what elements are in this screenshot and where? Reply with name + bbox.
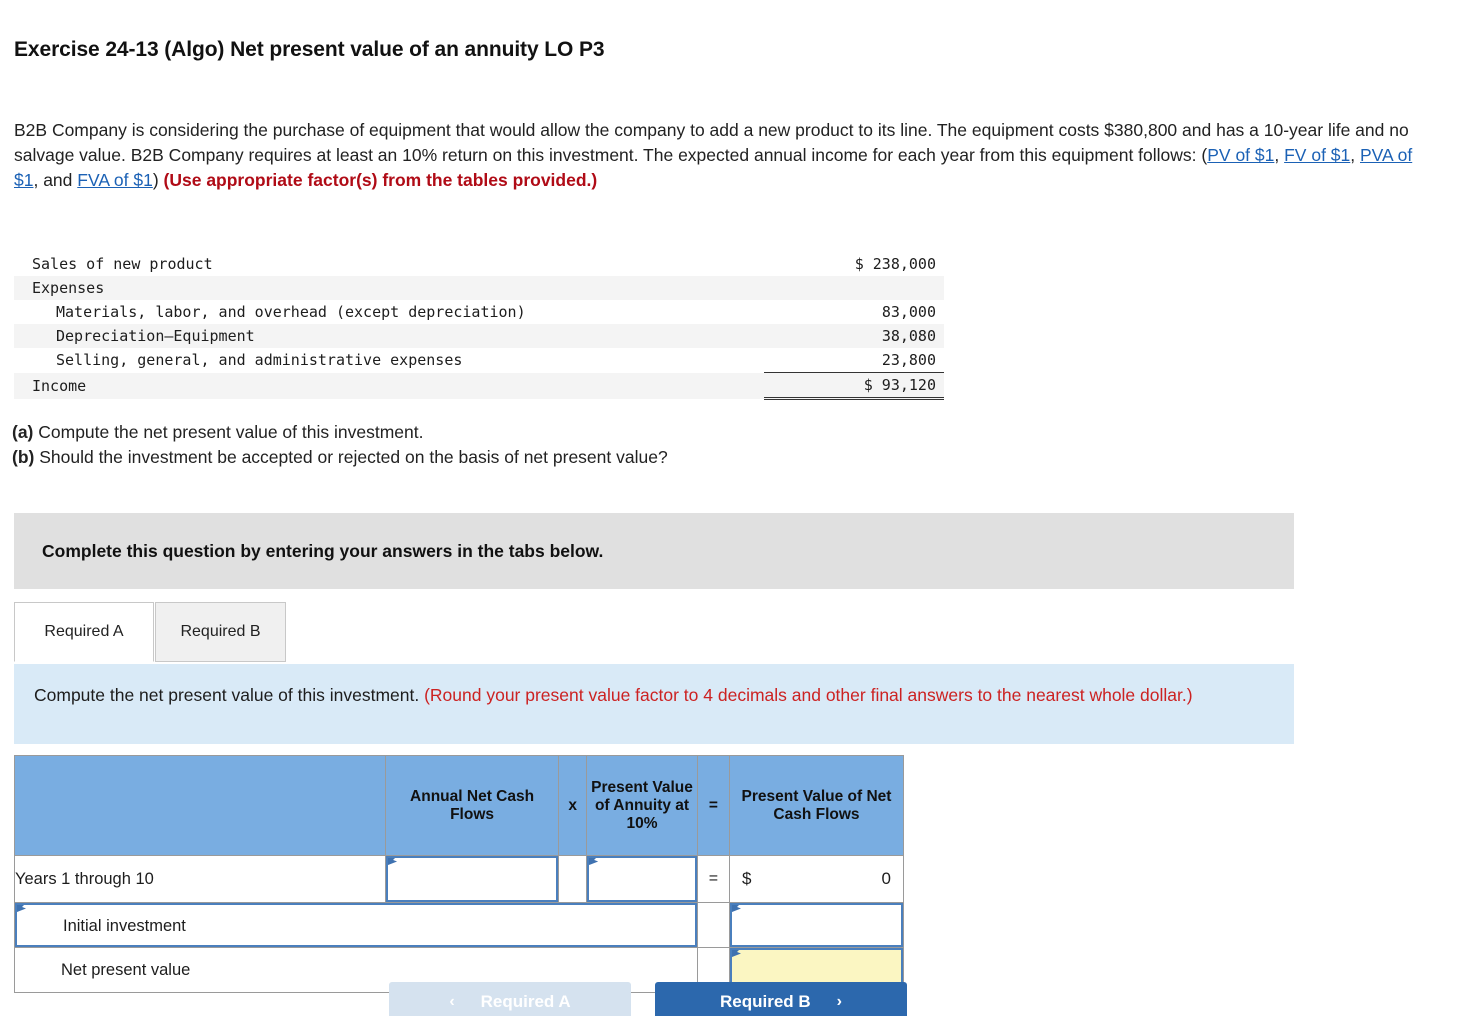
requirement-a-text: Compute the net present value of this in… (33, 422, 424, 442)
problem-text-part1: B2B Company is considering the purchase … (14, 120, 1409, 165)
npv-answer-table-body: Years 1 through 10 = $ 0 Initial investm… (13, 855, 905, 993)
npv-answer-table-head: Annual Net Cash Flows x Present Value of… (13, 755, 905, 856)
income-row-amount: $ 238,000 (854, 255, 936, 273)
requirement-b-marker: (b) (12, 447, 35, 467)
income-row-label: Depreciation—Equipment (56, 327, 255, 345)
pv-net-cash-flows-value: $ 0 (730, 856, 903, 902)
input-initial-investment-label[interactable]: Initial investment (15, 903, 697, 947)
currency-symbol: $ (741, 869, 752, 888)
income-row-label: Sales of new product (32, 255, 213, 273)
table-row-initial-investment: Initial investment (14, 902, 905, 948)
cell-initial-investment-operator (696, 902, 730, 948)
header-annual-net-cash-flows: Annual Net Cash Flows (385, 755, 560, 856)
income-row-amount: 23,800 (881, 351, 936, 369)
link-separator-1: , (1274, 145, 1285, 165)
input-annual-net-cash-flows[interactable] (386, 856, 559, 902)
income-row-label: Expenses (32, 279, 105, 297)
npv-header-row: Annual Net Cash Flows x Present Value of… (13, 755, 905, 856)
header-pv-net-cash-flows: Present Value of Net Cash Flows (728, 755, 905, 856)
income-row-label: Income (32, 376, 87, 395)
tab-instruction-rounding-note: (Round your present value factor to 4 de… (424, 685, 1193, 705)
requirement-a: (a) Compute the net present value of thi… (12, 420, 668, 445)
prev-required-a-button[interactable]: ‹ Required A (389, 982, 631, 1016)
pv-of-1-link[interactable]: PV of $1 (1207, 145, 1274, 165)
cell-initial-investment-label: Initial investment (14, 902, 698, 948)
table-row-years-1-through-10: Years 1 through 10 = $ 0 (13, 855, 905, 903)
page-title: Exercise 24-13 (Algo) Net present value … (14, 38, 605, 61)
tab-required-a-label: Required A (44, 623, 124, 640)
chevron-left-icon: ‹ (449, 993, 455, 1010)
tab-required-a[interactable]: Required A (14, 602, 154, 662)
requirement-a-marker: (a) (12, 422, 34, 442)
input-pv-annuity-factor[interactable] (587, 856, 697, 902)
tab-required-b[interactable]: Required B (155, 602, 286, 662)
requirement-b: (b) Should the investment be accepted or… (12, 445, 668, 470)
cell-pv-annuity-factor (586, 855, 698, 903)
income-row-amount: $ 93,120 (764, 372, 944, 400)
table-row: Income $ 93,120 (14, 372, 944, 400)
tab-navigation: ‹ Required A Required B › (0, 982, 1465, 1016)
link-close-paren: ) (152, 170, 164, 190)
income-summary-body: Sales of new product $ 238,000 Expenses Mat… (14, 252, 944, 400)
tab-required-b-label: Required B (180, 623, 261, 640)
header-equals-operator: = (696, 755, 730, 856)
requirement-b-text: Should the investment be accepted or rej… (34, 447, 668, 467)
link-separator-2: , (1350, 145, 1360, 165)
chevron-right-icon: › (836, 993, 842, 1010)
cell-pv-net-cash-flows-result: $ 0 (728, 855, 905, 903)
exercise-page: Exercise 24-13 (Algo) Net present value … (0, 0, 1465, 1016)
table-row: Depreciation—Equipment 38,080 (14, 324, 944, 348)
header-blank (13, 755, 387, 856)
income-row-amount: 83,000 (881, 303, 936, 321)
tab-instruction-box: Compute the net present value of this in… (14, 664, 1294, 744)
table-row: Selling, general, and administrative exp… (14, 348, 944, 373)
cell-multiply-operator (558, 855, 588, 903)
complete-question-banner: Complete this question by entering your … (14, 513, 1294, 589)
row-label-initial-investment: Initial investment (63, 917, 186, 935)
table-row: Materials, labor, and overhead (except d… (14, 300, 944, 324)
income-row-label: Selling, general, and administrative exp… (56, 351, 463, 370)
income-row-amount (764, 276, 944, 300)
fva-of-1-link[interactable]: FVA of $1 (77, 170, 153, 190)
row-label-years: Years 1 through 10 (13, 855, 387, 903)
cell-annual-net-cash-flows (385, 855, 560, 903)
income-summary-table: Sales of new product $ 238,000 Expenses Mat… (14, 252, 944, 400)
header-multiply-operator: x (558, 755, 588, 856)
prev-required-a-label: Required A (480, 992, 571, 1011)
next-required-b-button[interactable]: Required B › (655, 982, 907, 1016)
income-row-amount: 38,080 (881, 327, 936, 345)
input-initial-investment-amount[interactable] (729, 903, 903, 947)
npv-answer-table: Annual Net Cash Flows x Present Value of… (13, 755, 905, 993)
complete-question-text: Complete this question by entering your … (42, 540, 604, 561)
link-separator-3: , and (33, 170, 78, 190)
pv-net-cash-flows-amount: 0 (881, 869, 891, 888)
tab-instruction-main: Compute the net present value of this in… (34, 685, 425, 705)
requirement-tabs: Required A Required B (14, 602, 1294, 664)
next-required-b-label: Required B (719, 992, 811, 1011)
problem-statement: B2B Company is considering the purchase … (14, 118, 1426, 193)
fv-of-1-link[interactable]: FV of $1 (1284, 145, 1350, 165)
table-row: Sales of new product $ 238,000 (14, 252, 944, 276)
requirements-list: (a) Compute the net present value of thi… (12, 420, 668, 470)
cell-equals-operator: = (696, 855, 730, 903)
use-factors-note: (Use appropriate factor(s) from the tabl… (163, 170, 598, 190)
header-pv-annuity: Present Value of Annuity at 10% (586, 755, 698, 856)
cell-initial-investment-amount (728, 902, 905, 948)
table-row: Expenses (14, 276, 944, 300)
income-row-label: Materials, labor, and overhead (except d… (56, 303, 526, 321)
